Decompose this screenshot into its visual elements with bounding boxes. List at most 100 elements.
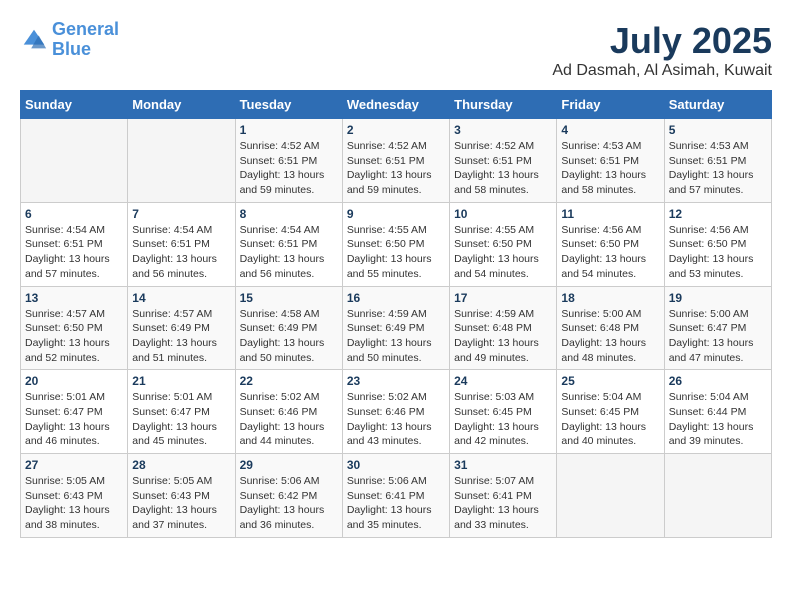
day-number: 19 — [669, 291, 767, 305]
day-number: 12 — [669, 207, 767, 221]
day-detail: Sunrise: 5:01 AMSunset: 6:47 PMDaylight:… — [25, 390, 123, 449]
day-number: 7 — [132, 207, 230, 221]
calendar-cell: 13 Sunrise: 4:57 AMSunset: 6:50 PMDayligh… — [21, 286, 128, 370]
day-number: 22 — [240, 374, 338, 388]
day-detail: Sunrise: 4:54 AMSunset: 6:51 PMDaylight:… — [132, 223, 230, 282]
day-number: 1 — [240, 123, 338, 137]
day-detail: Sunrise: 4:54 AMSunset: 6:51 PMDaylight:… — [240, 223, 338, 282]
calendar-cell: 5Sunrise: 4:53 AMSunset: 6:51 PMDaylight… — [664, 119, 771, 203]
day-detail: Sunrise: 5:03 AMSunset: 6:45 PMDaylight:… — [454, 390, 552, 449]
day-number: 26 — [669, 374, 767, 388]
day-detail: Sunrise: 4:57 AMSunset: 6:50 PMDaylight:… — [25, 307, 123, 366]
day-detail: Sunrise: 5:00 AMSunset: 6:48 PMDaylight:… — [561, 307, 659, 366]
calendar-cell: 15Sunrise: 4:58 AMSunset: 6:49 PMDayligh… — [235, 286, 342, 370]
calendar-cell: 18Sunrise: 5:00 AMSunset: 6:48 PMDayligh… — [557, 286, 664, 370]
day-number: 25 — [561, 374, 659, 388]
calendar-cell: 10 Sunrise: 4:55 AMSunset: 6:50 PMDayligh… — [450, 202, 557, 286]
calendar-cell: 11 Sunrise: 4:56 AMSunset: 6:50 PMDayligh… — [557, 202, 664, 286]
calendar-cell: 19 Sunrise: 5:00 AMSunset: 6:47 PMDayligh… — [664, 286, 771, 370]
day-detail: Sunrise: 4:59 AMSunset: 6:48 PMDaylight:… — [454, 307, 552, 366]
weekday-header-friday: Friday — [557, 91, 664, 119]
day-number: 27 — [25, 458, 123, 472]
day-detail: Sunrise: 5:05 AMSunset: 6:43 PMDaylight:… — [132, 474, 230, 533]
day-detail: Sunrise: 4:52 AMSunset: 6:51 PMDaylight:… — [454, 139, 552, 198]
day-detail: Sunrise: 4:52 AMSunset: 6:51 PMDaylight:… — [347, 139, 445, 198]
day-detail: Sunrise: 5:00 AMSunset: 6:47 PMDaylight:… — [669, 307, 767, 366]
day-number: 9 — [347, 207, 445, 221]
day-number: 11 — [561, 207, 659, 221]
calendar-cell: 25 Sunrise: 5:04 AMSunset: 6:45 PMDayligh… — [557, 370, 664, 454]
day-detail: Sunrise: 5:01 AMSunset: 6:47 PMDaylight:… — [132, 390, 230, 449]
day-number: 15 — [240, 291, 338, 305]
calendar-cell: 27 Sunrise: 5:05 AMSunset: 6:43 PMDayligh… — [21, 454, 128, 538]
calendar-cell: 8 Sunrise: 4:54 AMSunset: 6:51 PMDaylight… — [235, 202, 342, 286]
day-detail: Sunrise: 4:55 AMSunset: 6:50 PMDaylight:… — [454, 223, 552, 282]
day-number: 14 — [132, 291, 230, 305]
day-number: 29 — [240, 458, 338, 472]
day-number: 5 — [669, 123, 767, 137]
calendar-cell: 3 Sunrise: 4:52 AMSunset: 6:51 PMDaylight… — [450, 119, 557, 203]
calendar-cell: 12 Sunrise: 4:56 AMSunset: 6:50 PMDayligh… — [664, 202, 771, 286]
calendar-cell — [21, 119, 128, 203]
calendar-cell — [128, 119, 235, 203]
day-detail: Sunrise: 5:05 AMSunset: 6:43 PMDaylight:… — [25, 474, 123, 533]
day-detail: Sunrise: 4:56 AMSunset: 6:50 PMDaylight:… — [561, 223, 659, 282]
logo-text: General Blue — [52, 20, 119, 60]
calendar-cell: 1Sunrise: 4:52 AMSunset: 6:51 PMDaylight… — [235, 119, 342, 203]
weekday-header-saturday: Saturday — [664, 91, 771, 119]
day-detail: Sunrise: 5:02 AMSunset: 6:46 PMDaylight:… — [347, 390, 445, 449]
weekday-header-wednesday: Wednesday — [342, 91, 449, 119]
day-number: 20 — [25, 374, 123, 388]
day-number: 16 — [347, 291, 445, 305]
day-detail: Sunrise: 4:53 AMSunset: 6:51 PMDaylight:… — [561, 139, 659, 198]
day-detail: Sunrise: 4:54 AMSunset: 6:51 PMDaylight:… — [25, 223, 123, 282]
calendar-cell: 20 Sunrise: 5:01 AMSunset: 6:47 PMDayligh… — [21, 370, 128, 454]
day-number: 30 — [347, 458, 445, 472]
calendar-cell: 14 Sunrise: 4:57 AMSunset: 6:49 PMDayligh… — [128, 286, 235, 370]
day-number: 28 — [132, 458, 230, 472]
calendar-cell — [664, 454, 771, 538]
day-number: 23 — [347, 374, 445, 388]
day-number: 10 — [454, 207, 552, 221]
calendar-table: SundayMondayTuesdayWednesdayThursdayFrid… — [20, 90, 772, 538]
day-number: 3 — [454, 123, 552, 137]
calendar-cell: 2Sunrise: 4:52 AMSunset: 6:51 PMDaylight… — [342, 119, 449, 203]
calendar-cell: 22 Sunrise: 5:02 AMSunset: 6:46 PMDayligh… — [235, 370, 342, 454]
day-detail: Sunrise: 5:06 AMSunset: 6:42 PMDaylight:… — [240, 474, 338, 533]
location: Ad Dasmah, Al Asimah, Kuwait — [552, 62, 772, 80]
weekday-header-sunday: Sunday — [21, 91, 128, 119]
calendar-cell: 7 Sunrise: 4:54 AMSunset: 6:51 PMDaylight… — [128, 202, 235, 286]
calendar-cell: 17 Sunrise: 4:59 AMSunset: 6:48 PMDayligh… — [450, 286, 557, 370]
day-number: 17 — [454, 291, 552, 305]
day-detail: Sunrise: 5:02 AMSunset: 6:46 PMDaylight:… — [240, 390, 338, 449]
day-number: 8 — [240, 207, 338, 221]
day-number: 21 — [132, 374, 230, 388]
month-title: July 2025 — [552, 20, 772, 62]
day-number: 6 — [25, 207, 123, 221]
day-detail: Sunrise: 4:56 AMSunset: 6:50 PMDaylight:… — [669, 223, 767, 282]
day-detail: Sunrise: 5:04 AMSunset: 6:44 PMDaylight:… — [669, 390, 767, 449]
day-detail: Sunrise: 4:57 AMSunset: 6:49 PMDaylight:… — [132, 307, 230, 366]
calendar-cell: 24 Sunrise: 5:03 AMSunset: 6:45 PMDayligh… — [450, 370, 557, 454]
calendar-cell: 6 Sunrise: 4:54 AMSunset: 6:51 PMDaylight… — [21, 202, 128, 286]
day-number: 13 — [25, 291, 123, 305]
calendar-cell — [557, 454, 664, 538]
week-row-4: 20 Sunrise: 5:01 AMSunset: 6:47 PMDayligh… — [21, 370, 772, 454]
week-row-2: 6 Sunrise: 4:54 AMSunset: 6:51 PMDaylight… — [21, 202, 772, 286]
calendar-cell: 26 Sunrise: 5:04 AMSunset: 6:44 PMDayligh… — [664, 370, 771, 454]
day-number: 31 — [454, 458, 552, 472]
calendar-cell: 28 Sunrise: 5:05 AMSunset: 6:43 PMDayligh… — [128, 454, 235, 538]
day-detail: Sunrise: 5:07 AMSunset: 6:41 PMDaylight:… — [454, 474, 552, 533]
day-number: 4 — [561, 123, 659, 137]
calendar-cell: 9 Sunrise: 4:55 AMSunset: 6:50 PMDaylight… — [342, 202, 449, 286]
day-detail: Sunrise: 4:55 AMSunset: 6:50 PMDaylight:… — [347, 223, 445, 282]
weekday-header-tuesday: Tuesday — [235, 91, 342, 119]
calendar-cell: 23 Sunrise: 5:02 AMSunset: 6:46 PMDayligh… — [342, 370, 449, 454]
logo-icon — [20, 26, 48, 54]
day-detail: Sunrise: 5:04 AMSunset: 6:45 PMDaylight:… — [561, 390, 659, 449]
weekday-header-monday: Monday — [128, 91, 235, 119]
day-number: 24 — [454, 374, 552, 388]
week-row-1: 1 Sunrise: 4:52 AMSunset: 6:51 PMDaylight… — [21, 119, 772, 203]
weekday-header-row: SundayMondayTuesdayWednesdayThursdayFrid… — [21, 91, 772, 119]
logo: General Blue — [20, 20, 119, 60]
